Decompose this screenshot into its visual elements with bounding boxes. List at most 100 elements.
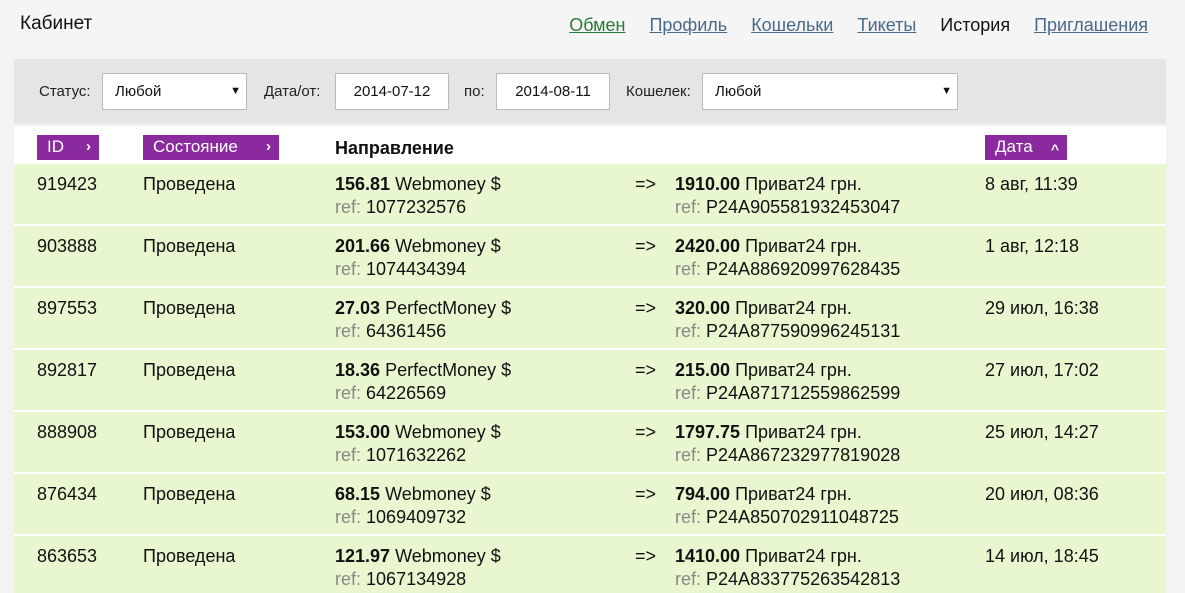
row-from-ref-value: 1069409732 [366,507,467,527]
row-to: 215.00 Приват24 грн. [675,360,852,381]
row-to-ref-value: P24A886920997628435 [706,259,901,279]
row-from: 153.00 Webmoney $ [335,422,501,443]
row-to-ref: ref: P24A833775263542813 [675,569,900,590]
row-to-wallet: Приват24 грн. [745,546,862,566]
col-direction-label: Направление [335,138,454,158]
nav-invitations[interactable]: Приглашения [1034,15,1148,36]
header: Кабинет Обмен Профиль Кошельки Тикеты Ис… [0,0,1185,52]
nav-tickets[interactable]: Тикеты [857,15,916,36]
date-from-label: Дата/от: [264,83,321,100]
direction-arrow-icon: => [635,422,657,442]
row-from-amount: 27.03 [335,298,381,318]
row-from-amount: 18.36 [335,360,381,380]
row-to: 794.00 Приват24 грн. [675,484,852,505]
row-date: 14 июл, 18:45 [985,546,1099,566]
date-to-value: 2014-08-11 [515,83,591,100]
row-date: 1 авг, 12:18 [985,236,1079,256]
ref-prefix: ref: [335,259,362,279]
chevron-right-icon: › [266,138,271,155]
sort-state-button[interactable]: Состояние › [143,135,279,160]
nav-history: История [940,15,1011,35]
row-to-amount: 1910.00 [675,174,741,194]
ref-prefix: ref: [675,569,702,589]
ref-prefix: ref: [675,507,702,527]
row-from-ref-value: 64226569 [366,383,447,403]
row-to-ref-value: P24A905581932453047 [706,197,901,217]
sort-date-button[interactable]: Дата ^ [985,135,1067,160]
filter-bar: Статус: Любой ▼ Дата/от: 2014-07-12 по: … [14,59,1166,124]
direction-arrow-icon: => [635,174,657,194]
row-state: Проведена [143,236,236,256]
top-nav: Обмен Профиль Кошельки Тикеты История Пр… [545,15,1148,36]
row-from-amount: 153.00 [335,422,391,442]
direction-arrow-icon: => [635,546,657,566]
date-to-input[interactable]: 2014-08-11 [496,73,610,110]
status-label: Статус: [39,83,91,100]
date-to-label: по: [464,83,485,100]
col-date-label: Дата [995,137,1033,156]
ref-prefix: ref: [675,445,702,465]
row-from-ref: ref: 1071632262 [335,445,466,466]
status-select[interactable]: Любой ▼ [102,73,247,110]
direction-arrow-icon: => [635,360,657,380]
row-from-ref: ref: 1067134928 [335,569,466,590]
direction-arrow-icon: => [635,298,657,318]
wallet-select[interactable]: Любой ▼ [702,73,958,110]
row-from-ref: ref: 64226569 [335,383,446,404]
row-to-ref-value: P24A877590996245131 [706,321,901,341]
row-to-ref-value: P24A867232977819028 [706,445,901,465]
row-to: 320.00 Приват24 грн. [675,298,852,319]
row-to-ref: ref: P24A867232977819028 [675,445,900,466]
row-from-amount: 201.66 [335,236,391,256]
row-to-amount: 1410.00 [675,546,741,566]
row-from-ref-value: 1071632262 [366,445,467,465]
dropdown-arrow-icon: ▼ [230,85,241,97]
row-to-wallet: Приват24 грн. [735,484,852,504]
ref-prefix: ref: [335,321,362,341]
wallet-label: Кошелек: [626,83,691,100]
dropdown-arrow-icon: ▼ [941,85,952,97]
row-state: Проведена [143,174,236,194]
wallet-select-value: Любой [715,83,762,100]
ref-prefix: ref: [675,383,702,403]
row-from-ref: ref: 64361456 [335,321,446,342]
chevron-right-icon: › [86,138,91,155]
row-from-wallet: PerfectMoney $ [385,360,512,380]
row-date: 25 июл, 14:27 [985,422,1099,442]
ref-prefix: ref: [335,383,362,403]
row-to-amount: 1797.75 [675,422,741,442]
row-to-ref: ref: P24A905581932453047 [675,197,900,218]
row-to-ref-value: P24A871712559862599 [706,383,901,403]
row-id: 888908 [37,422,98,442]
row-to-ref-value: P24A833775263542813 [706,569,901,589]
row-id: 897553 [37,298,98,318]
row-id: 892817 [37,360,98,380]
row-id: 863653 [37,546,98,566]
row-to-ref-value: P24A850702911048725 [706,507,899,527]
nav-profile[interactable]: Профиль [649,15,727,36]
col-id-label: ID [47,137,64,156]
col-state-label: Состояние [153,137,238,156]
table-row: 876434 Проведена 68.15 Webmoney $ ref: 1… [14,474,1166,536]
row-to-amount: 215.00 [675,360,731,380]
row-from-wallet: Webmoney $ [395,236,501,256]
ref-prefix: ref: [675,259,702,279]
row-from-ref: ref: 1074434394 [335,259,466,280]
row-date: 8 авг, 11:39 [985,174,1078,194]
page-title: Кабинет [20,13,93,34]
row-to-amount: 2420.00 [675,236,741,256]
row-to-wallet: Приват24 грн. [745,422,862,442]
nav-exchange[interactable]: Обмен [569,15,625,36]
row-from: 156.81 Webmoney $ [335,174,501,195]
row-from-wallet: PerfectMoney $ [385,298,512,318]
row-to-ref: ref: P24A850702911048725 [675,507,899,528]
date-from-input[interactable]: 2014-07-12 [335,73,449,110]
table-row: 897553 Проведена 27.03 PerfectMoney $ re… [14,288,1166,350]
chevron-up-icon: ^ [1050,141,1059,157]
table-row: 919423 Проведена 156.81 Webmoney $ ref: … [14,164,1166,226]
row-from: 121.97 Webmoney $ [335,546,501,567]
sort-id-button[interactable]: ID › [37,135,99,160]
nav-wallets[interactable]: Кошельки [751,15,833,36]
ref-prefix: ref: [335,445,362,465]
row-from-ref-value: 1074434394 [366,259,467,279]
